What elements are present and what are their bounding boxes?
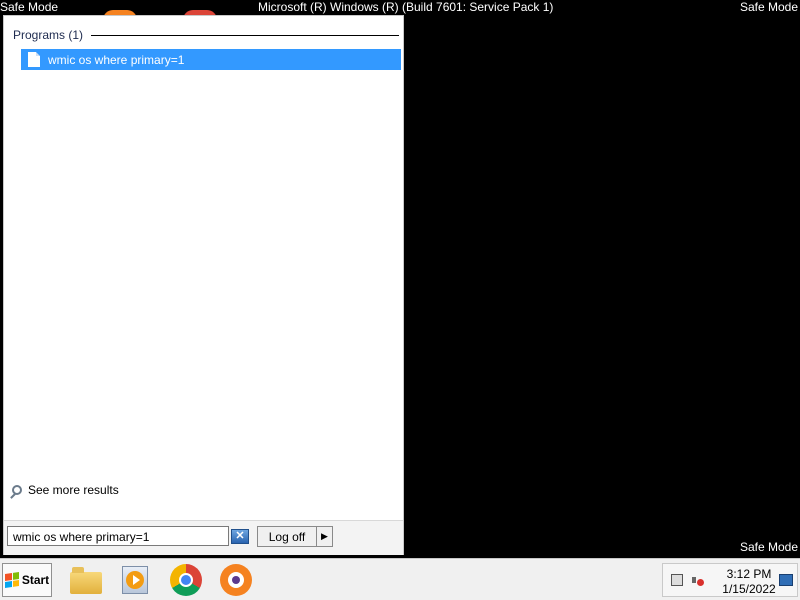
safe-mode-label-top-left: Safe Mode: [0, 0, 59, 14]
section-divider: [91, 34, 399, 36]
start-menu-bottom-bar: wmic os where primary=1 ✕ Log off ▶: [4, 520, 403, 555]
taskbar-app-explorer[interactable]: [70, 564, 102, 596]
safe-mode-label-top-right: Safe Mode: [739, 0, 798, 14]
search-icon: [12, 485, 22, 495]
start-label: Start: [21, 573, 50, 587]
show-desktop-icon[interactable]: [779, 574, 793, 586]
start-search-input[interactable]: wmic os where primary=1: [7, 526, 229, 546]
start-menu: Programs (1) wmic os where primary=1 See…: [3, 15, 404, 555]
taskbar-app-avast[interactable]: [220, 564, 252, 596]
start-button[interactable]: Start: [2, 563, 52, 597]
windows-logo-icon: [4, 572, 19, 588]
taskbar: Start 3:12 PM 1/15/2022: [0, 558, 800, 600]
see-more-results-link[interactable]: See more results: [12, 483, 119, 497]
taskbar-app-media-player[interactable]: [120, 564, 152, 596]
avast-icon: [232, 576, 240, 584]
chevron-right-icon: ▶: [321, 531, 328, 541]
system-tray: 3:12 PM 1/15/2022: [662, 563, 798, 597]
search-result-item[interactable]: wmic os where primary=1: [21, 49, 401, 70]
os-build-title: Microsoft (R) Windows (R) (Build 7601: S…: [258, 0, 554, 14]
clock-date[interactable]: 1/15/2022: [719, 582, 779, 596]
play-icon: [126, 571, 144, 589]
clock-time[interactable]: 3:12 PM: [719, 567, 779, 581]
search-result-label: wmic os where primary=1: [48, 52, 185, 67]
see-more-results-label: See more results: [28, 483, 119, 497]
log-off-button[interactable]: Log off: [257, 526, 317, 547]
close-icon: ✕: [235, 530, 245, 542]
volume-muted-icon[interactable]: [692, 574, 704, 586]
folder-icon: [70, 567, 102, 594]
start-menu-results-pane: Programs (1) wmic os where primary=1 See…: [4, 16, 403, 554]
shutdown-options-button[interactable]: ▶: [317, 526, 333, 547]
clear-search-button[interactable]: ✕: [231, 529, 249, 544]
programs-section-header: Programs (1): [13, 28, 399, 42]
network-icon[interactable]: [671, 574, 683, 586]
programs-header-label: Programs (1): [13, 28, 84, 42]
file-icon: [28, 52, 40, 67]
safe-mode-label-bottom-right: Safe Mode: [739, 540, 798, 554]
taskbar-app-chrome[interactable]: [170, 564, 202, 596]
